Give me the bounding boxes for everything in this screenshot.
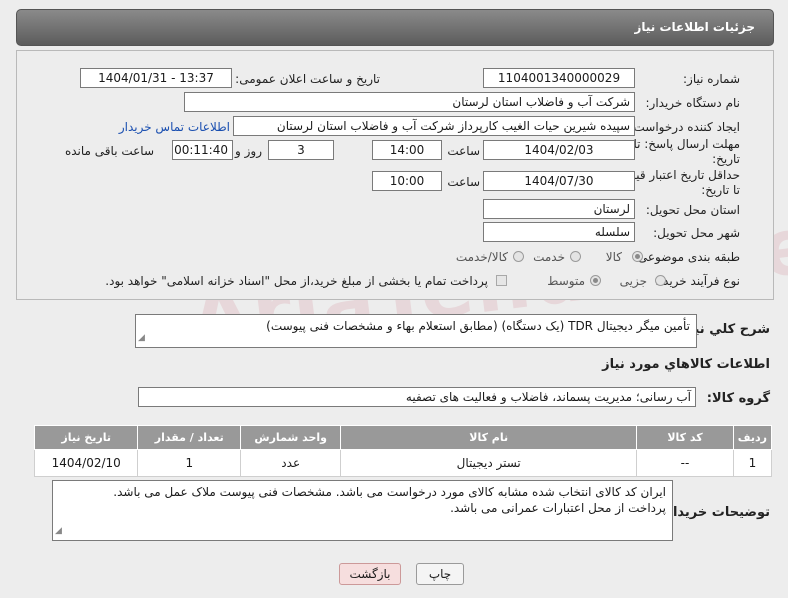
category-option-both: کالا/خدمت [455,250,508,264]
announce-label: تاریخ و ساعت اعلان عمومی: [235,72,380,86]
buyer-contact-link[interactable]: اطلاعات تماس خریدار [119,120,230,134]
process-radio-medium[interactable] [590,275,601,286]
col-header-item-name: نام کالا [340,425,638,450]
col-header-need-date: تاریخ نیاز [33,425,139,450]
validity-date-field: 1404/07/30 [483,171,635,191]
creator-field: سپیده شیرین حیات الغیب کارپرداز شرکت آب … [233,116,635,136]
table-row: 1 -- تستر دیجیتال عدد 1 1404/02/10 [33,449,773,477]
days-field: 3 [268,140,334,160]
cell-quantity: 1 [137,449,242,477]
print-button[interactable]: چاپ [416,563,464,585]
category-label: طبقه بندی موضوعی: [633,250,740,264]
page-header: جزئیات اطلاعات نیاز [16,9,774,46]
cell-item-name: تستر دیجیتال [340,449,638,477]
goods-info-title: اطلاعات کالاهاي مورد نياز [602,357,770,372]
announce-field: 1404/01/31 - 13:37 [80,68,232,88]
buyer-label: نام دستگاه خریدار: [645,96,741,110]
deadline-time-label: ساعت [447,144,480,158]
buyer-notes-line-2: پرداخت از محل اعتبارات عمرانی می باشد. [450,501,666,515]
treasury-payment-checkbox[interactable] [496,275,507,286]
page-title: جزئیات اطلاعات نیاز [634,20,755,34]
goods-group-field: آب رسانی؛ مدیریت پسماند، فاضلاب و فعالیت… [138,387,696,407]
deadline-label-1: مهلت ارسال پاسخ: تا [633,137,740,151]
category-option-service: خدمت [533,250,565,264]
province-field: لرستان [483,199,635,219]
buyer-notes-label: توضیحات خریدار: [660,505,770,520]
validity-time-label: ساعت [447,175,480,189]
city-label: شهر محل تحویل: [653,226,740,240]
cell-item-code: -- [636,449,734,477]
table-header-row: ردیف کد کالا نام کالا واحد شمارش تعداد /… [33,425,773,450]
description-field: تأمین میگر دیجیتال TDR (یک دستگاه) (مطاب… [135,314,697,348]
province-label: استان محل تحویل: [645,203,740,217]
category-radio-both[interactable] [513,251,524,262]
back-button[interactable]: بازگشت [339,563,401,585]
col-header-item-code: کد کالا [636,425,734,450]
days-label: روز و [235,144,262,158]
category-radio-goods[interactable] [632,251,643,262]
category-radio-service[interactable] [570,251,581,262]
resize-grip-icon[interactable]: ◢ [138,330,145,346]
cell-need-date: 1404/02/10 [33,449,139,477]
goods-group-label: گروه کالا: [706,391,770,406]
process-option-medium: متوسط [547,274,585,288]
process-radio-minor[interactable] [655,275,666,286]
treasury-payment-note: پرداخت تمام یا بخشی از مبلغ خرید،از محل … [105,274,488,288]
deadline-date-field: 1404/02/03 [483,140,635,160]
goods-table: ردیف کد کالا نام کالا واحد شمارش تعداد /… [33,425,773,477]
buyer-notes-line-1: ایران کد کالای انتخاب شده مشابه کالای مو… [113,485,666,499]
cell-row-number: 1 [732,449,773,477]
remaining-time-field: 00:11:40 [172,140,233,160]
col-header-quantity: تعداد / مقدار [137,425,242,450]
buyer-field: شرکت آب و فاضلاب استان لرستان [184,92,635,112]
process-label: نوع فرآیند خرید : [655,274,740,288]
need-number-label: شماره نیاز: [683,72,740,86]
deadline-label-2: تاریخ: [712,152,740,166]
cell-unit: عدد [240,449,342,477]
resize-grip-icon[interactable]: ◢ [55,523,62,539]
description-text: تأمین میگر دیجیتال TDR (یک دستگاه) (مطاب… [266,319,690,333]
process-option-minor: جزیی [619,274,647,288]
buyer-notes-field: ایران کد کالای انتخاب شده مشابه کالای مو… [52,480,673,541]
validity-time-field: 10:00 [372,171,442,191]
creator-label: ایجاد کننده درخواست: [629,120,740,134]
col-header-row-number: ردیف [732,425,773,450]
validity-label-2: تا تاریخ: [701,183,740,197]
col-header-unit: واحد شمارش [240,425,342,450]
deadline-time-field: 14:00 [372,140,442,160]
remaining-label: ساعت باقی مانده [64,144,154,158]
need-number-field: 1104001340000029 [483,68,635,88]
category-option-goods: کالا [605,250,622,264]
city-field: سلسله [483,222,635,242]
